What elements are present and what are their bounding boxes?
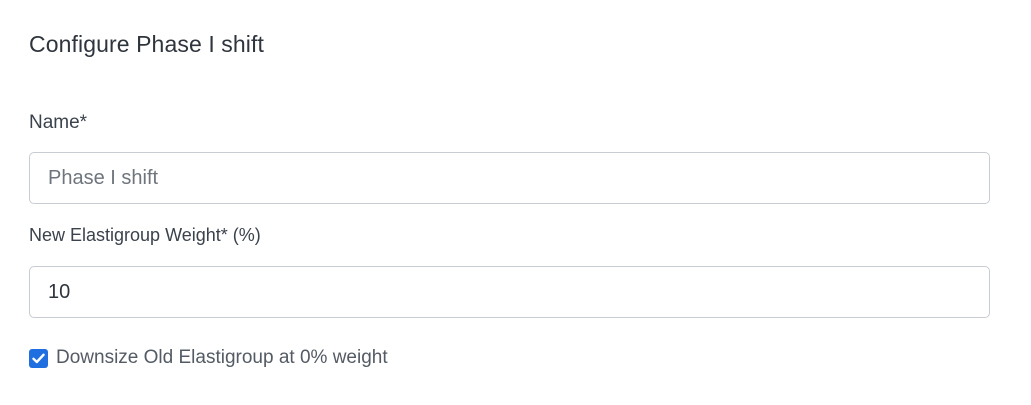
- dialog-title: Configure Phase I shift: [29, 31, 264, 57]
- downsize-option[interactable]: Downsize Old Elastigroup at 0% weight: [29, 347, 388, 369]
- weight-input[interactable]: [29, 266, 990, 318]
- name-label: Name*: [29, 112, 88, 133]
- configure-phase-dialog: Configure Phase I shift Name* New Elasti…: [0, 0, 1031, 405]
- downsize-checkbox[interactable]: [29, 348, 48, 368]
- checkmark-icon: [32, 353, 45, 363]
- weight-label: New Elastigroup Weight* (%): [29, 225, 261, 245]
- name-input[interactable]: [29, 152, 990, 204]
- downsize-checkbox-label: Downsize Old Elastigroup at 0% weight: [56, 347, 388, 368]
